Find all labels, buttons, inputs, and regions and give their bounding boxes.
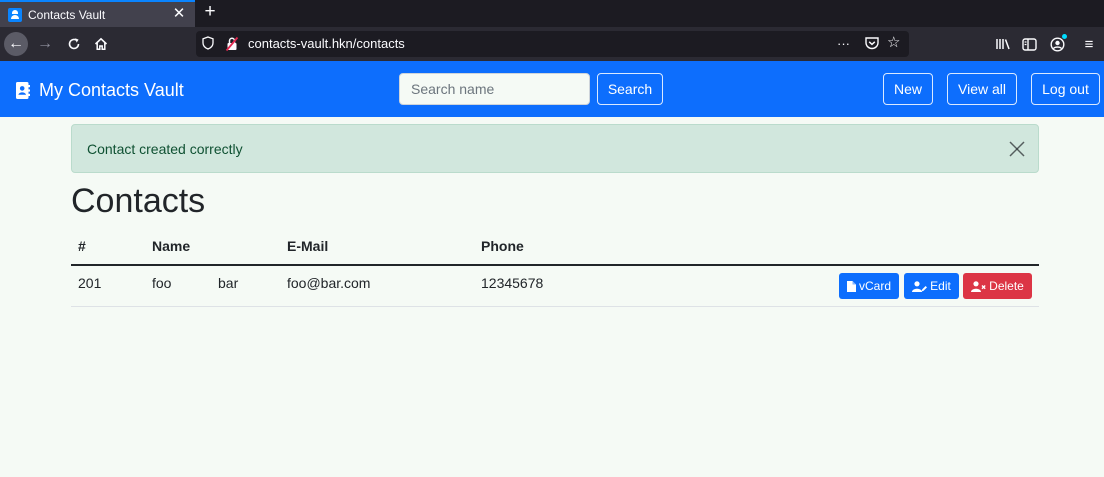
cell-phone: 12345678 (481, 275, 544, 291)
logout-button[interactable]: Log out (1031, 73, 1100, 105)
cell-email: foo@bar.com (287, 275, 371, 291)
new-tab-button[interactable]: + (201, 0, 219, 25)
pocket-icon[interactable] (863, 34, 881, 52)
file-icon (846, 280, 856, 292)
close-tab-icon[interactable]: ✕ (171, 5, 187, 23)
column-header-email: E-Mail (287, 238, 329, 254)
hamburger-menu-icon: ≡ (1084, 35, 1094, 53)
brand-title: My Contacts Vault (39, 80, 184, 100)
arrow-right-icon: → (37, 35, 53, 52)
table-header-divider (71, 264, 1039, 266)
library-icon (996, 39, 1010, 50)
notification-dot (1062, 34, 1067, 39)
search-input[interactable] (399, 73, 590, 105)
delete-button[interactable]: Delete (963, 273, 1032, 299)
column-header-id: # (78, 238, 86, 254)
column-header-phone: Phone (481, 238, 524, 254)
library-button[interactable] (992, 32, 1014, 56)
edit-button[interactable]: Edit (904, 273, 959, 299)
browser-tab-bar: Contacts Vault ✕ + (0, 0, 1104, 27)
close-icon[interactable] (1008, 140, 1026, 158)
page-title: Contacts (71, 182, 206, 220)
success-alert: Contact created correctly (71, 124, 1039, 173)
column-header-name: Name (152, 238, 191, 254)
address-bar[interactable]: contacts-vault.hkn/contacts ··· ☆ (196, 31, 909, 57)
reload-icon (68, 38, 80, 50)
browser-toolbar: ← → contacts-vault.hkn/contacts ··· ☆ ≡ (0, 27, 1104, 61)
user-remove-icon (971, 280, 986, 292)
new-contact-button[interactable]: New (883, 73, 933, 105)
insecure-lock-icon[interactable] (225, 36, 239, 52)
address-book-icon (8, 7, 22, 22)
account-button[interactable] (1046, 32, 1068, 56)
arrow-left-icon: ← (8, 35, 24, 52)
tab-title: Contacts Vault (28, 7, 106, 22)
view-all-button[interactable]: View all (947, 73, 1017, 105)
table-row-divider (71, 306, 1039, 307)
back-button[interactable]: ← (4, 32, 28, 56)
app-navbar: My Contacts Vault Search New View all Lo… (0, 61, 1104, 117)
delete-label: Delete (989, 279, 1024, 293)
user-edit-icon (912, 280, 928, 292)
cell-id: 201 (78, 275, 102, 291)
star-icon[interactable]: ☆ (887, 33, 900, 53)
account-icon (1049, 36, 1065, 52)
home-icon (94, 37, 108, 50)
address-book-icon (16, 81, 30, 99)
vcard-button[interactable]: vCard (839, 273, 899, 299)
url-text: contacts-vault.hkn/contacts (248, 36, 405, 51)
menu-button[interactable]: ≡ (1078, 32, 1100, 56)
search-button[interactable]: Search (597, 73, 663, 105)
reload-button[interactable] (62, 32, 86, 56)
forward-button[interactable]: → (33, 32, 57, 56)
alert-message: Contact created correctly (87, 141, 243, 157)
brand-link[interactable]: My Contacts Vault (16, 79, 184, 101)
home-button[interactable] (89, 32, 113, 56)
vcard-label: vCard (858, 279, 891, 293)
edit-label: Edit (930, 279, 951, 293)
browser-tab-active[interactable]: Contacts Vault ✕ (0, 0, 195, 27)
page-actions-icon[interactable]: ··· (837, 35, 850, 53)
sidebar-button[interactable] (1018, 32, 1040, 56)
sidebar-icon (1021, 37, 1037, 51)
shield-icon[interactable] (202, 36, 214, 52)
cell-last-name: bar (218, 275, 239, 291)
cell-first-name: foo (152, 275, 172, 291)
